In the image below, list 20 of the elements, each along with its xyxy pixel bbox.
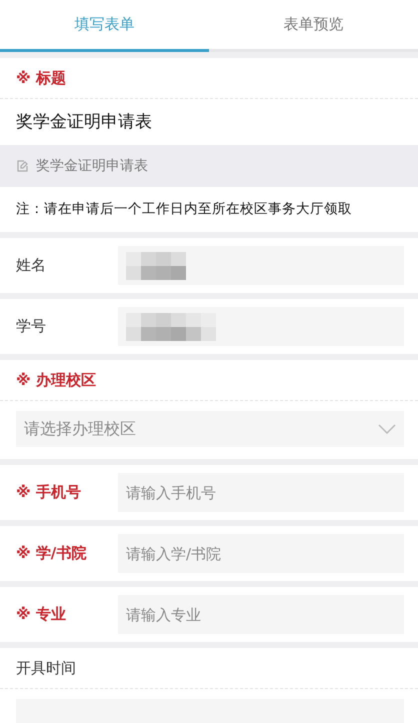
form-subtitle: 奖学金证明申请表 — [36, 157, 148, 175]
field-label: 开具时间 — [16, 659, 76, 677]
note-text: 注：请在申请后一个工作日内至所在校区事务大厅领取 — [15, 200, 353, 219]
edit-icon — [16, 159, 30, 173]
input-field[interactable] — [118, 246, 404, 285]
select-field[interactable]: 请选择办理校区 — [16, 411, 404, 447]
input-field[interactable]: 请输入手机号 — [118, 473, 404, 512]
input-field[interactable] — [118, 307, 404, 346]
field-label: ※ 学/书院 — [16, 544, 88, 563]
field-label: ※ 手机号 — [16, 483, 82, 502]
field-label: 学号 — [16, 317, 47, 336]
field-label: ※ 标题 — [16, 69, 66, 87]
chevron-down-icon — [378, 424, 396, 434]
field-label: 姓名 — [16, 256, 47, 275]
field-label: ※ 专业 — [16, 605, 67, 624]
input-field[interactable]: 请输入专业 — [118, 595, 404, 634]
field-label: ※ 办理校区 — [16, 371, 96, 389]
form-title: 奖学金证明申请表 — [15, 111, 153, 134]
input-field[interactable]: 请输入学/书院 — [118, 534, 404, 573]
blurred-text — [126, 252, 186, 280]
